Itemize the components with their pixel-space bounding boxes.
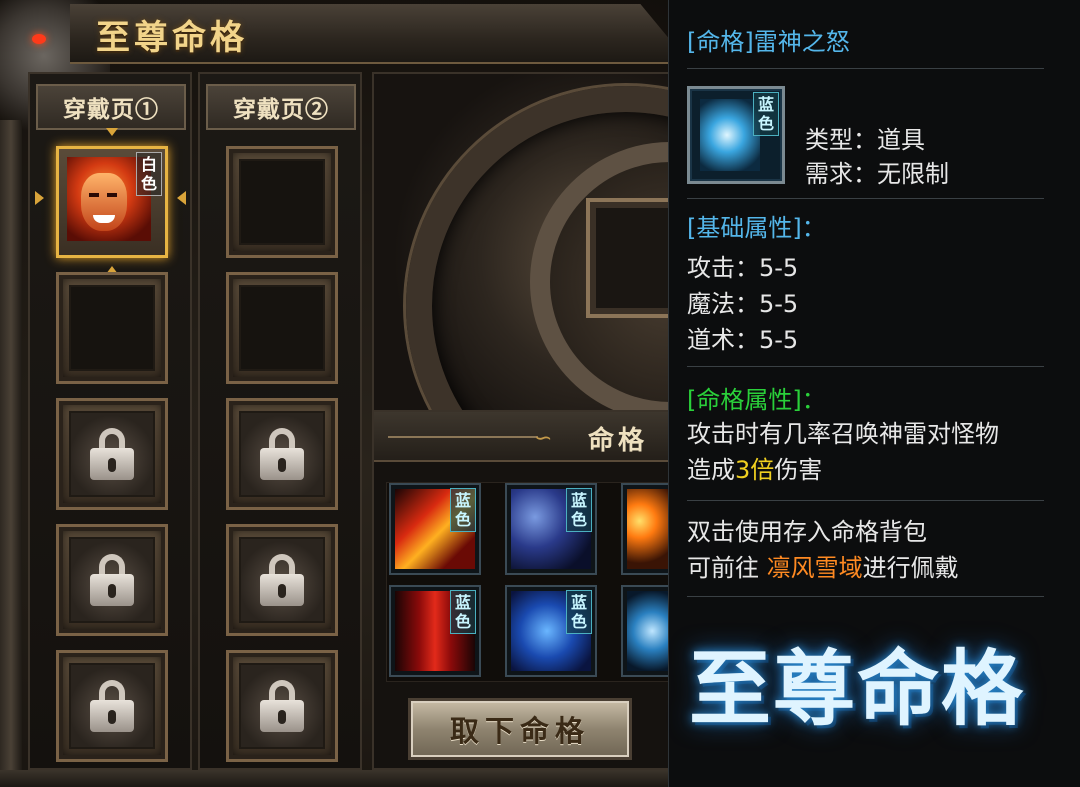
lock-icon: [260, 428, 304, 480]
divider: [687, 500, 1044, 501]
item-requirement: 需求：无限制: [805, 160, 949, 188]
divider: [687, 198, 1044, 199]
stat-line: 攻击：5-5: [687, 254, 799, 282]
rune-slot-equipped[interactable]: 白色: [35, 146, 186, 258]
bag-item[interactable]: 蓝色: [389, 483, 481, 575]
bag-title: 命格: [588, 426, 649, 456]
grade-badge: 蓝色: [450, 590, 476, 634]
tab-equip-page-2[interactable]: 穿戴页②: [206, 84, 356, 130]
lock-icon: [260, 554, 304, 606]
scroll-ornament-icon: ∽: [534, 426, 553, 451]
bag-header: ∽ 命格: [374, 412, 674, 462]
stat-line: 道术：5-5: [687, 326, 799, 354]
equip-page-2: 穿戴页②: [198, 72, 362, 770]
effect-text: 伤害: [774, 456, 823, 484]
rune-slot-locked[interactable]: [226, 524, 338, 636]
game-window: 至尊命格 穿戴页① 白色 穿戴页② ∽ 命格 蓝色 蓝色 蓝色 蓝色 取下命格 …: [0, 0, 1080, 787]
rune-slot-locked[interactable]: [56, 650, 168, 762]
tooltip-title: [命格]雷神之怒: [687, 28, 850, 56]
stat-line: 魔法：5-5: [687, 290, 799, 318]
grade-badge: 蓝色: [566, 590, 592, 634]
rune-slot-locked[interactable]: [226, 398, 338, 510]
effect-line-1: 攻击时有几率召唤神雷对怪物: [687, 420, 999, 448]
rune-slot-locked[interactable]: [56, 398, 168, 510]
item-tooltip: [命格]雷神之怒 蓝色 类型：道具 需求：无限制 [基础属性]： 攻击：5-5 …: [668, 0, 1080, 787]
thunder-god-icon: 蓝色: [687, 86, 785, 184]
effect-text: 造成: [687, 456, 735, 484]
lock-icon: [90, 680, 134, 732]
bag-item[interactable]: 蓝色: [389, 585, 481, 677]
grade-badge: 白色: [136, 152, 162, 196]
location-link[interactable]: 凛风雪域: [767, 554, 863, 582]
rune-slot-locked[interactable]: [226, 650, 338, 762]
window-title: 至尊命格: [96, 18, 248, 58]
bag-item[interactable]: [621, 585, 675, 677]
grade-badge: 蓝色: [753, 92, 779, 136]
rune-effect-description: 攻击时有几率召唤神雷对怪物 造成3倍伤害: [687, 416, 1057, 488]
grade-badge: 蓝色: [450, 488, 476, 532]
tab-equip-page-1[interactable]: 穿戴页①: [36, 84, 186, 130]
arrow-left-icon: [177, 191, 186, 205]
fire-silhouette-icon: [627, 489, 669, 569]
item-type: 类型：道具: [805, 126, 925, 154]
divider: [687, 366, 1044, 367]
divider: [687, 68, 1044, 69]
equip-page-1: 穿戴页① 白色: [28, 72, 192, 770]
bag-item[interactable]: [621, 483, 675, 575]
usage-hint: 双击使用存入命格背包 可前往 凛风雪域进行佩戴: [687, 514, 1057, 586]
lock-icon: [260, 680, 304, 732]
rune-attributes-header: [命格属性]：: [687, 386, 826, 414]
medallion-slot[interactable]: [586, 198, 670, 318]
effect-multiplier: 3倍: [735, 456, 775, 484]
hint-line-1: 双击使用存入命格背包: [687, 518, 927, 546]
rune-bag-panel: ∽ 命格 蓝色 蓝色 蓝色 蓝色 取下命格: [372, 410, 675, 770]
effect-line-2: 造成3倍伤害: [687, 452, 1057, 488]
brand-logo: 至尊命格: [689, 641, 1026, 737]
grade-badge: 蓝色: [566, 488, 592, 532]
rune-slot-locked[interactable]: [56, 524, 168, 636]
remove-rune-button[interactable]: 取下命格: [408, 698, 632, 760]
rune-slot-empty[interactable]: [226, 272, 338, 384]
rune-slot-empty[interactable]: [226, 146, 338, 258]
arrow-down-icon: [106, 128, 118, 136]
lock-icon: [90, 428, 134, 480]
hint-line-2: 可前往 凛风雪域进行佩戴: [687, 550, 1057, 586]
left-border: [0, 120, 22, 787]
base-attributes-header: [基础属性]：: [687, 214, 826, 242]
bag-grid: 蓝色 蓝色 蓝色 蓝色: [386, 482, 675, 682]
hint-text: 可前往: [687, 554, 767, 582]
rune-slot-empty[interactable]: [56, 272, 168, 384]
bag-item[interactable]: 蓝色: [505, 585, 597, 677]
bag-item[interactable]: 蓝色: [505, 483, 597, 575]
bottom-border: [0, 770, 670, 787]
divider: [687, 596, 1044, 597]
arrow-right-icon: [35, 191, 44, 205]
lock-icon: [90, 554, 134, 606]
hint-text: 进行佩戴: [862, 554, 959, 582]
thunder-god-icon: [627, 591, 669, 671]
rune-medallion: [372, 72, 672, 412]
